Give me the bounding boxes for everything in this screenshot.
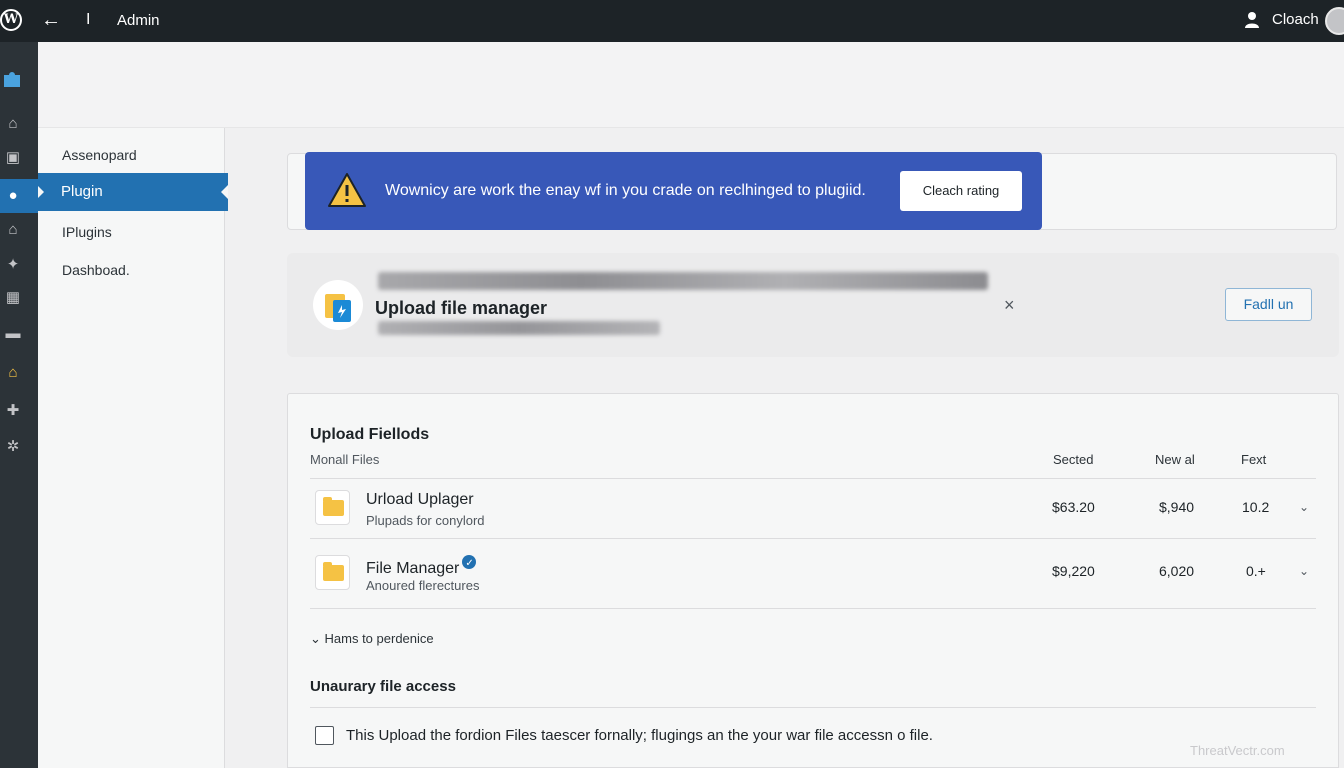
folder-icon [315, 555, 350, 590]
back-arrow-icon[interactable]: ← [41, 9, 61, 31]
home-icon[interactable]: ⌂ [4, 115, 22, 133]
access-checkbox[interactable] [315, 726, 334, 745]
row-name-text: File Manager [366, 560, 460, 577]
expand-toggle[interactable]: ⌄ Hams to perdenice [310, 631, 434, 647]
row-value: 6,020 [1159, 563, 1195, 579]
submenu-item[interactable]: Assenopard [62, 146, 137, 164]
blurred-text [378, 272, 988, 290]
column-header[interactable]: New al [1155, 452, 1195, 468]
chevron-down-icon[interactable]: ⌄ [1299, 564, 1309, 578]
admin-submenu: Assenopard Plugin IPlugins Dashboad. [38, 128, 228, 768]
upload-fields-panel: Upload Fiellods Monall Files Sected New … [287, 393, 1339, 768]
watermark: ThreatVectr.com [1190, 743, 1285, 758]
close-icon[interactable]: × [1004, 295, 1015, 315]
plugin-name: Upload file manager [375, 298, 548, 318]
plugin-action-button[interactable]: Fadll un [1225, 288, 1312, 321]
users-icon[interactable]: ● [4, 187, 22, 205]
row-value: $9,220 [1052, 563, 1095, 579]
user-name[interactable]: Cloach [1272, 11, 1319, 29]
plugin-card: Upload file manager × Fadll un [287, 253, 1339, 357]
panel-subtitle: Monall Files [310, 452, 380, 467]
row-value: 0.+ [1246, 563, 1266, 579]
plugin-logo [313, 280, 363, 330]
submenu-item[interactable]: IPlugins [62, 223, 112, 241]
settings-icon[interactable]: ✲ [4, 438, 22, 456]
plugins-icon[interactable]: ✚ [4, 402, 22, 420]
row-description: Anoured flerectures [366, 578, 480, 593]
divider [310, 707, 1316, 708]
column-header[interactable]: Fext [1241, 452, 1266, 468]
admin-menu-iconbar: ⌂ ▣ ● ⌂ ✦ ▦ ▬ ⌂ ✚ ✲ [0, 42, 38, 768]
row-name[interactable]: Urload Uplager [366, 490, 474, 510]
wordpress-logo-icon[interactable]: W [0, 9, 22, 31]
breadcrumb-separator: I [86, 11, 91, 28]
verified-badge-icon [462, 554, 477, 574]
notice-message: Wownicy are work the enay wf in you crad… [385, 182, 866, 199]
row-name[interactable]: File Manager [366, 554, 477, 579]
submenu-item-active[interactable]: Plugin [38, 173, 228, 211]
puzzle-icon[interactable] [0, 67, 24, 91]
site-title[interactable]: Admin [117, 12, 160, 30]
media-icon[interactable]: ▬ [4, 325, 22, 343]
appearance-icon[interactable]: ⌂ [4, 364, 22, 382]
panel-title: Upload Fiellods [310, 426, 430, 443]
warning-notice: Wownicy are work the enay wf in you crad… [305, 152, 1042, 230]
notice-action-button[interactable]: Cleach rating [900, 171, 1022, 211]
pages-icon[interactable]: ⌂ [4, 221, 22, 239]
header-band [38, 42, 1344, 128]
user-icon [1245, 12, 1259, 28]
section-title: Unaurary file access [310, 678, 456, 695]
divider [310, 608, 1316, 609]
submenu-item[interactable]: Dashboad. [62, 261, 130, 279]
row-value: $63.20 [1052, 499, 1095, 515]
row-description: Plupads for conylord [366, 513, 485, 528]
file-manager-icon [325, 294, 351, 322]
posts-icon[interactable]: ▣ [4, 149, 22, 167]
avatar[interactable] [1325, 7, 1344, 35]
folder-icon [315, 490, 350, 525]
chevron-down-icon[interactable]: ⌄ [1299, 500, 1309, 514]
column-header[interactable]: Sected [1053, 452, 1093, 468]
divider [310, 538, 1316, 539]
checkbox-label[interactable]: This Upload the fordion Files taescer fo… [346, 727, 933, 745]
expand-label: Hams to perdenice [324, 631, 434, 646]
blurred-text [378, 321, 660, 335]
admin-bar: W ← I Admin Cloach [0, 0, 1344, 42]
table-icon[interactable]: ▦ [4, 289, 22, 307]
row-value: 10.2 [1242, 499, 1270, 515]
divider [310, 478, 1316, 479]
warning-icon [328, 173, 366, 207]
row-value: $,940 [1159, 499, 1195, 515]
tools-icon[interactable]: ✦ [4, 256, 22, 274]
